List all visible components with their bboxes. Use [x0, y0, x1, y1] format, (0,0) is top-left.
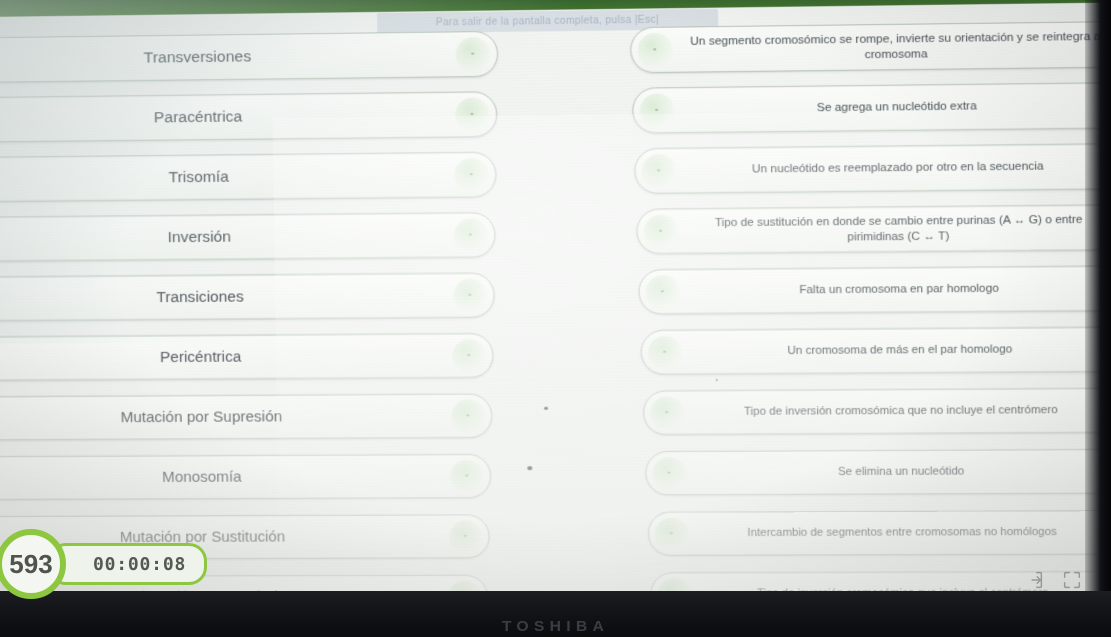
connector-node-icon[interactable] [452, 278, 488, 313]
definition-label: Un nucleótido es reemplazado por otro en… [751, 160, 1044, 176]
connector-node-icon[interactable] [455, 36, 492, 72]
term-card[interactable]: Transiciones [0, 272, 495, 323]
dust-speck [543, 406, 549, 410]
screen-controls [1023, 569, 1083, 591]
definition-label: Intercambio de segmentos entre cromosoma… [747, 526, 1057, 540]
matching-board: Transversiones Paracéntrica Trisomía Inv… [0, 2, 1111, 608]
connector-node-icon[interactable] [641, 153, 677, 189]
connector-node-icon[interactable] [454, 96, 491, 132]
definition-card[interactable]: Un cromosoma de más en el par homologo [640, 326, 1111, 375]
definition-card[interactable]: Falta un cromosoma en par homologo [638, 265, 1111, 315]
dust-speck [715, 379, 718, 382]
connector-node-icon[interactable] [450, 459, 485, 493]
timer-badge: 00:00:08 [48, 543, 208, 585]
terms-column: Transversiones Paracéntrica Trisomía Inv… [0, 30, 506, 608]
definition-card[interactable]: Se agrega un nucleótido extra [632, 82, 1111, 134]
definition-card[interactable]: Intercambio de segmentos entre cromosoma… [647, 510, 1111, 556]
definition-label: Falta un cromosoma en par homologo [799, 282, 999, 297]
dust-speck [527, 466, 533, 471]
definition-card[interactable]: Un nucleótido es reemplazado por otro en… [634, 143, 1111, 194]
term-label: Mutación por Supresión [120, 408, 283, 426]
definitions-column: Un segmento cromosómico se rompe, invier… [630, 20, 1111, 608]
connector-node-icon[interactable] [647, 335, 683, 370]
score-badge: 593 [0, 529, 66, 599]
connector-node-icon[interactable] [649, 395, 685, 430]
term-card[interactable]: Transversiones [0, 30, 499, 85]
term-card[interactable]: Trisomía [0, 151, 497, 204]
screen-area: Para salir de la pantalla completa, puls… [0, 0, 1111, 608]
definition-label: Tipo de inversión cromosómica que no inc… [743, 404, 1058, 419]
bezel-right-edge [1085, 0, 1111, 637]
bezel-bottom: TOSHIBA [0, 591, 1111, 637]
brand-logo: TOSHIBA [501, 618, 610, 635]
definition-label: Tipo de sustitución en donde se cambio e… [714, 214, 1083, 243]
definition-card[interactable]: Tipo de inversión cromosómica que no inc… [642, 387, 1111, 436]
definition-card[interactable]: Se elimina un nucleótido [645, 448, 1111, 496]
term-label: Monosomía [162, 468, 242, 486]
term-label: Trisomía [168, 168, 229, 187]
score-timer-hud: 00:00:08 593 [0, 529, 208, 599]
connector-node-icon[interactable] [453, 217, 489, 253]
term-card[interactable]: Mutación por Supresión [0, 393, 493, 442]
connector-node-icon[interactable] [639, 92, 675, 128]
term-label: Transversiones [143, 47, 252, 67]
connector-node-icon[interactable] [652, 456, 687, 491]
definition-label: Se agrega un nucleótido extra [816, 100, 977, 115]
connector-node-icon[interactable] [643, 213, 679, 249]
term-card[interactable]: Monosomía [0, 453, 492, 501]
term-label: Inversión [167, 228, 232, 246]
definition-card[interactable]: Tipo de sustitución en donde se cambio e… [636, 204, 1111, 255]
term-label: Transiciones [156, 288, 244, 306]
connector-node-icon[interactable] [454, 157, 490, 193]
connector-node-icon[interactable] [451, 398, 486, 433]
laptop-photo: Para salir de la pantalla completa, puls… [0, 0, 1111, 637]
definition-label: Un segmento cromosómico se rompe, invier… [690, 30, 1104, 61]
term-card[interactable]: Pericéntrica [0, 333, 494, 382]
connector-node-icon[interactable] [645, 274, 681, 309]
quiz-screen: Para salir de la pantalla completa, puls… [0, 0, 1111, 608]
connector-node-icon[interactable] [452, 338, 487, 373]
term-card[interactable]: Paracéntrica [0, 91, 498, 144]
definition-label: Se elimina un nucleótido [837, 465, 965, 479]
term-label: Paracéntrica [153, 108, 243, 127]
exit-icon[interactable] [1023, 569, 1045, 591]
fullscreen-expand-icon[interactable] [1061, 569, 1083, 591]
connector-node-icon[interactable] [654, 516, 689, 551]
term-label: Pericéntrica [159, 348, 242, 366]
term-card[interactable]: Inversión [0, 212, 496, 263]
connector-node-icon[interactable] [448, 519, 483, 554]
definition-card[interactable]: Un segmento cromosómico se rompe, invier… [630, 20, 1111, 74]
definition-label: Un cromosoma de más en el par homologo [787, 343, 1013, 358]
